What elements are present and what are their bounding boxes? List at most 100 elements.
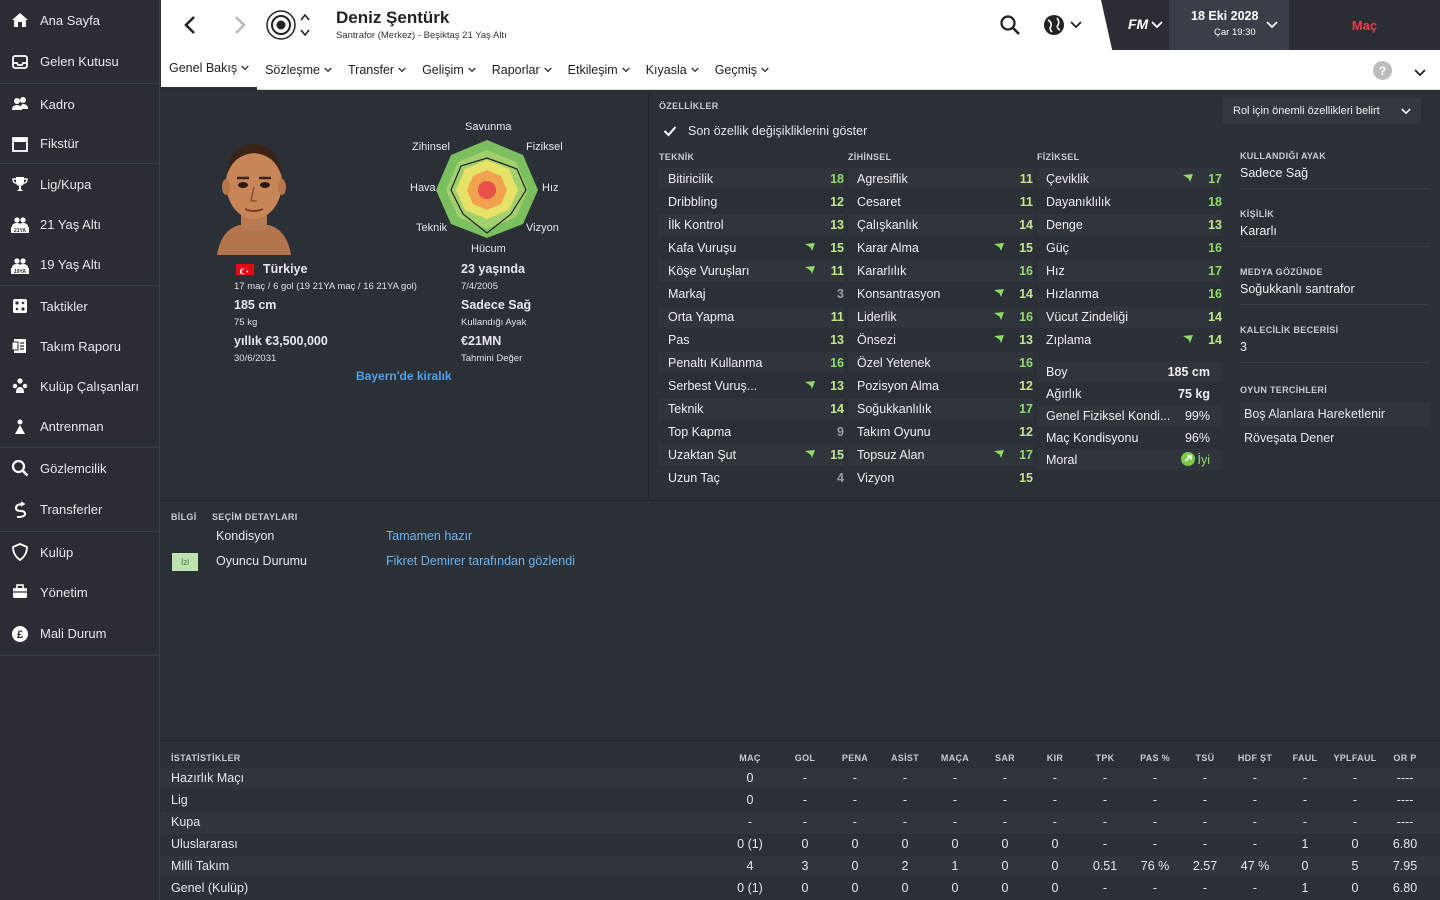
stat-column-header[interactable]: GOL <box>785 753 825 763</box>
chevron-down-icon <box>1401 108 1411 115</box>
attribute-row[interactable]: Teknik 14 <box>659 398 844 420</box>
sidebar-item-squad[interactable]: Kadro <box>0 84 159 124</box>
attribute-row[interactable]: Zıplama 14 <box>1037 329 1222 351</box>
info-value-link[interactable]: Tamamen hazır <box>386 529 472 543</box>
attribute-row[interactable]: Hızlanma 16 <box>1037 283 1222 305</box>
sidebar-item-inbox[interactable]: Gelen Kutusu <box>0 40 159 84</box>
attribute-row[interactable]: Uzun Taç 4 <box>659 467 844 489</box>
attribute-row[interactable]: Takım Oyunu 12 <box>848 421 1033 443</box>
attribute-row[interactable]: Liderlik 16 <box>848 306 1033 328</box>
stat-column-header[interactable]: ASİST <box>885 753 925 763</box>
attribute-row[interactable]: Konsantrasyon 14 <box>848 283 1033 305</box>
stats-row[interactable]: Lig 0- - - - - - - - - - - - ---- <box>161 790 1440 812</box>
attribute-row[interactable]: Hız 17 <box>1037 260 1222 282</box>
stat-column-header[interactable]: HDF ŞT <box>1235 753 1275 763</box>
tab-7[interactable]: Geçmiş <box>707 50 777 90</box>
info-value-link[interactable]: Fikret Demirer tarafından gözlendi <box>386 554 575 568</box>
sidebar-item-tactics[interactable]: Taktikler <box>0 286 159 326</box>
sidebar-item-scouting[interactable]: Gözlemcilik <box>0 448 159 488</box>
stat-column-header[interactable]: PENA <box>835 753 875 763</box>
sidebar-item-report[interactable]: Takım Raporu <box>0 326 159 366</box>
sidebar-item-club[interactable]: Kulüp <box>0 532 159 572</box>
stat-column-header[interactable]: KIR <box>1035 753 1075 763</box>
attribute-row[interactable]: Karar Alma 15 <box>848 237 1033 259</box>
attribute-row[interactable]: Dribbling 12 <box>659 191 844 213</box>
show-changes-checkbox[interactable] <box>663 124 677 138</box>
tab-5[interactable]: Etkileşim <box>560 50 638 90</box>
stat-column-header[interactable]: SAR <box>985 753 1025 763</box>
sidebar-item-u21[interactable]: 21YA 21 Yaş Altı <box>0 204 159 244</box>
sidebar-item-transfers[interactable]: Transferler <box>0 488 159 532</box>
stat-column-header[interactable]: MAÇ <box>729 753 771 763</box>
attribute-row[interactable]: Pas 13 <box>659 329 844 351</box>
attribute-row[interactable]: Topsuz Alan 17 <box>848 444 1033 466</box>
stat-column-header[interactable]: TPK <box>1085 753 1125 763</box>
more-options-button[interactable] <box>1414 64 1428 77</box>
stat-column-header[interactable]: FAUL <box>1285 753 1325 763</box>
attribute-row[interactable]: Markaj 3 <box>659 283 844 305</box>
attribute-row[interactable]: Köşe Vuruşları 11 <box>659 260 844 282</box>
attribute-row[interactable]: Dayanıklılık 18 <box>1037 191 1222 213</box>
sidebar-item-u19[interactable]: 19YA 19 Yaş Altı <box>0 244 159 286</box>
sidebar-item-training[interactable]: Antrenman <box>0 406 159 448</box>
role-highlight-button[interactable]: Rol için önemli özellikleri belirt <box>1223 97 1421 124</box>
search-button[interactable] <box>999 14 1021 36</box>
attribute-row[interactable]: Bitiricilik 18 <box>659 168 844 190</box>
attribute-row[interactable]: Cesaret 11 <box>848 191 1033 213</box>
attribute-row[interactable]: Kafa Vuruşu 15 <box>659 237 844 259</box>
tab-3[interactable]: Gelişim <box>414 50 484 90</box>
preference-item: Röveşata Dener <box>1244 431 1335 445</box>
match-button[interactable]: Maç <box>1289 0 1440 50</box>
sidebar-item-board[interactable]: Yönetim <box>0 572 159 612</box>
sidebar-item-calendar[interactable]: Fikstür <box>0 124 159 164</box>
stat-column-header[interactable]: YPLFAUL <box>1332 753 1378 763</box>
attribute-row[interactable]: Agresiflik 11 <box>848 168 1033 190</box>
tab-selection-details[interactable]: SEÇİM DETAYLARI <box>212 512 298 522</box>
tab-6[interactable]: Kıyasla <box>638 50 707 90</box>
stat-column-header[interactable]: MAÇA <box>935 753 975 763</box>
stat-column-header[interactable]: TSÜ <box>1185 753 1225 763</box>
tab-info[interactable]: BİLGİ <box>171 512 197 522</box>
tab-1[interactable]: Sözleşme <box>257 50 340 90</box>
attribute-row[interactable]: Önsezi 13 <box>848 329 1033 351</box>
stat-column-header[interactable]: PAS % <box>1135 753 1175 763</box>
forward-button[interactable] <box>227 13 251 37</box>
tab-0[interactable]: Genel Bakış <box>161 50 258 90</box>
attribute-row[interactable]: Güç 16 <box>1037 237 1222 259</box>
stats-row[interactable]: Kupa - - - - - - - - - - - - - ---- <box>161 812 1440 834</box>
fm-menu-button[interactable]: FM <box>1101 0 1171 50</box>
sidebar-item-staff[interactable]: Kulüp Çalışanları <box>0 366 159 406</box>
attribute-row[interactable]: Denge 13 <box>1037 214 1222 236</box>
back-button[interactable] <box>179 13 203 37</box>
attribute-row[interactable]: Uzaktan Şut 15 <box>659 444 844 466</box>
attribute-row[interactable]: İlk Kontrol 13 <box>659 214 844 236</box>
attribute-row[interactable]: Çalışkanlık 14 <box>848 214 1033 236</box>
attribute-row[interactable]: Vücut Zindeliği 14 <box>1037 306 1222 328</box>
attribute-row[interactable]: Penaltı Kullanma 16 <box>659 352 844 374</box>
attribute-row[interactable]: Vizyon 15 <box>848 467 1033 489</box>
attribute-row[interactable]: Özel Yetenek 16 <box>848 352 1033 374</box>
personality-block: KİŞİLİK Kararlı <box>1240 209 1430 247</box>
sidebar-item-finance[interactable]: £ Mali Durum <box>0 612 159 656</box>
attribute-row[interactable]: Serbest Vuruş... 13 <box>659 375 844 397</box>
player-selector[interactable] <box>265 9 315 41</box>
help-button[interactable]: ? <box>1373 61 1392 80</box>
world-menu-button[interactable] <box>1043 14 1085 36</box>
attribute-row[interactable]: Soğukkanlılık 17 <box>848 398 1033 420</box>
attribute-row[interactable]: Top Kapma 9 <box>659 421 844 443</box>
date-button[interactable]: 18 Eki 2028 Çar 19:30 <box>1169 0 1289 50</box>
attribute-row[interactable]: Orta Yapma 11 <box>659 306 844 328</box>
stats-row[interactable]: Genel (Kulüp) 0 (1) 0 0 0 0 0 0 - - - - 1 0 6.80 <box>161 878 1440 900</box>
sidebar-item-trophy[interactable]: Lig/Kupa <box>0 164 159 204</box>
stats-row[interactable]: Uluslararası 0 (1) 0 0 0 0 0 0 - - - - 1 0 6.80 <box>161 834 1440 856</box>
tab-4[interactable]: Raporlar <box>484 50 560 90</box>
sidebar-item-home[interactable]: Ana Sayfa <box>0 0 159 40</box>
tab-2[interactable]: Transfer <box>340 50 414 90</box>
stats-row[interactable]: Milli Takım 4 3 0 2 1 0 0 0.51 76 % 2.57 47 % 0 5 7.95 <box>161 856 1440 878</box>
loan-status-link[interactable]: Bayern'de kiralık <box>356 369 452 383</box>
attribute-row[interactable]: Kararlılık 16 <box>848 260 1033 282</box>
stat-column-header[interactable]: OR P <box>1385 753 1425 763</box>
attribute-row[interactable]: Pozisyon Alma 12 <box>848 375 1033 397</box>
stats-row[interactable]: Hazırlık Maçı 0- - - - - - - - - - - - ---- <box>161 768 1440 790</box>
attribute-row[interactable]: Çeviklik 17 <box>1037 168 1222 190</box>
